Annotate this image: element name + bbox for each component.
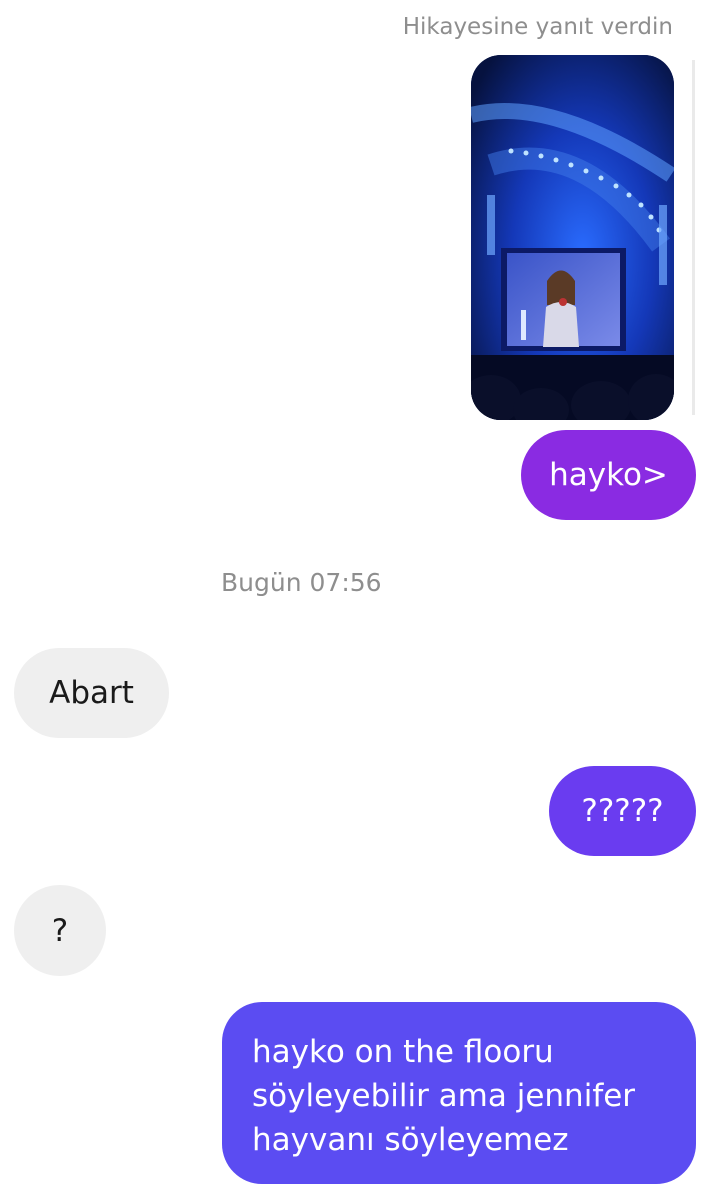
message-line: söyleyebilir ama jennifer (252, 1078, 636, 1114)
message-text: ? (51, 912, 69, 949)
message-text: ????? (581, 793, 664, 829)
message-text: hayko> (549, 457, 668, 493)
message-sent-1[interactable]: hayko> (521, 430, 696, 520)
message-sent-3[interactable]: hayko on the flooru söyleyebilir ama jen… (222, 1002, 696, 1184)
story-reply-image[interactable] (471, 55, 674, 420)
message-received-1[interactable]: Abart (14, 648, 169, 738)
message-text: Abart (49, 675, 134, 711)
story-edge (692, 60, 695, 415)
message-line: hayko on the flooru (252, 1034, 554, 1070)
concert-photo (471, 55, 674, 420)
message-line: hayvanı söyleyemez (252, 1122, 569, 1158)
message-received-2[interactable]: ? (14, 885, 106, 976)
timestamp-divider: Bugün 07:56 (221, 568, 382, 597)
message-sent-2[interactable]: ????? (549, 766, 696, 856)
story-reply-label: Hikayesine yanıt verdin (402, 14, 673, 40)
